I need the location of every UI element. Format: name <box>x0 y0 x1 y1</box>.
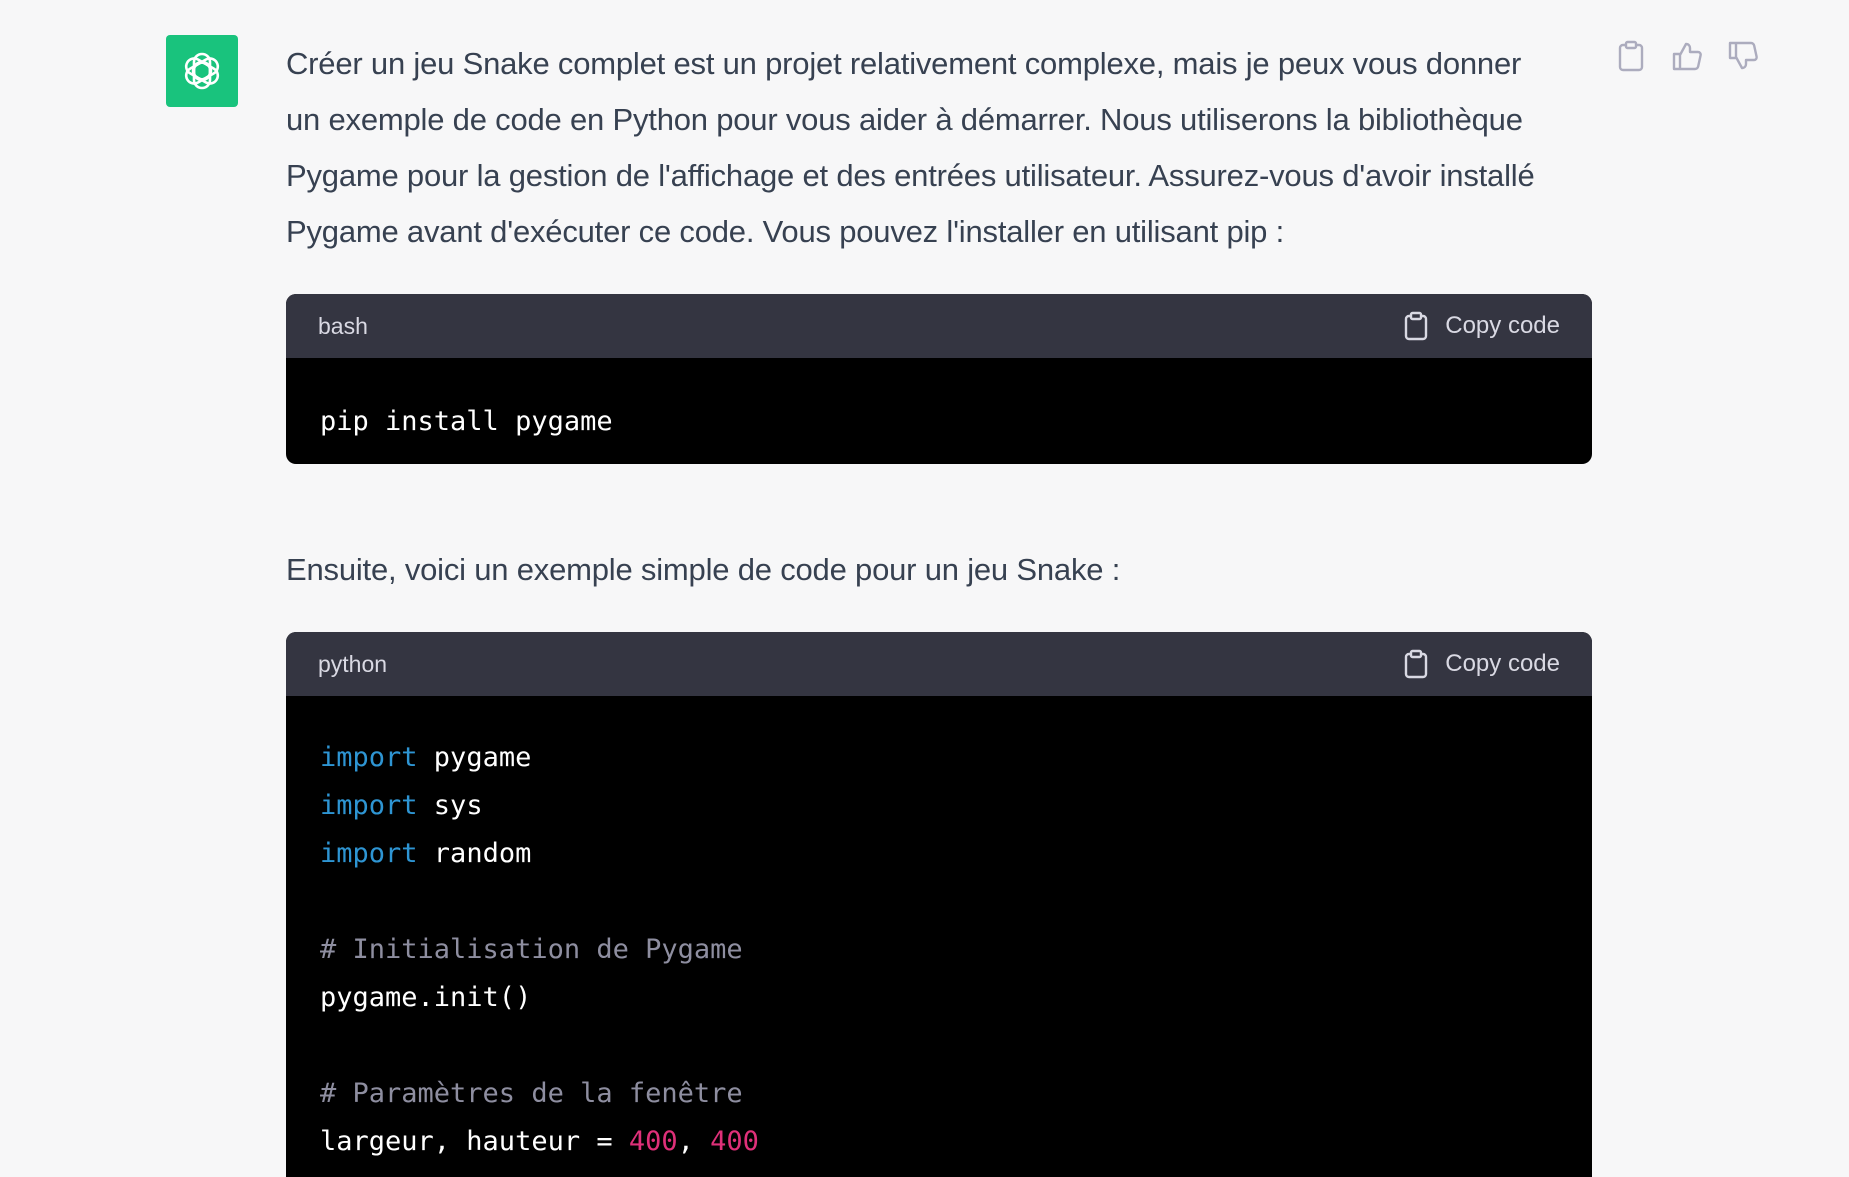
code-comment: # Initialisation de Pygame <box>320 934 743 965</box>
intro-line: Pygame avant d'exécuter ce code. Vous po… <box>286 214 1285 249</box>
code-line: # Paramètres de la fenêtre <box>320 1070 1558 1118</box>
code-line: import random <box>320 830 1558 878</box>
code-token: pip install pygame <box>320 406 613 437</box>
code-token: , <box>677 1126 711 1157</box>
followup-paragraph: Ensuite, voici un exemple simple de code… <box>286 552 1121 587</box>
thumbs-up-button[interactable] <box>1669 38 1705 74</box>
assistant-avatar <box>166 35 238 107</box>
code-line: pip install pygame <box>320 398 1558 446</box>
code-language-label: python <box>318 650 388 677</box>
thumbs-down-icon <box>1728 41 1758 70</box>
thumbs-down-button[interactable] <box>1725 38 1761 74</box>
intro-line: Créer un jeu Snake complet est un projet… <box>286 46 1522 81</box>
code-line: import sys <box>320 782 1558 830</box>
copy-code-label: Copy code <box>1445 312 1560 339</box>
thumbs-up-icon <box>1672 42 1702 71</box>
code-line: pygame.init() <box>320 974 1558 1022</box>
chat-page: Créer un jeu Snake complet est un projet… <box>0 0 1849 1177</box>
code-block-bash: bash Copy code pip install pygame <box>286 294 1592 464</box>
copy-code-label: Copy code <box>1445 650 1560 677</box>
code-number: 400 <box>628 1126 678 1157</box>
intro-line: un exemple de code en Python pour vous a… <box>286 102 1523 137</box>
copy-code-button[interactable]: Copy code <box>1403 649 1560 679</box>
assistant-message: Créer un jeu Snake complet est un projet… <box>286 36 1592 1177</box>
intro-line: Pygame pour la gestion de l'affichage et… <box>286 158 1535 193</box>
code-line: largeur, hauteur = 400, 400 <box>320 1118 1558 1166</box>
code-line: import pygame <box>320 734 1558 782</box>
code-token: sys <box>417 790 483 821</box>
code-token: pygame <box>417 742 532 773</box>
copy-message-button[interactable] <box>1613 38 1649 74</box>
intro-paragraph: Créer un jeu Snake complet est un projet… <box>286 36 1592 260</box>
openai-logo-icon <box>184 52 220 90</box>
code-language-label: bash <box>318 312 368 339</box>
code-token: largeur, hauteur = <box>320 1126 629 1157</box>
code-line: # Initialisation de Pygame <box>320 926 1558 974</box>
code-number: 400 <box>710 1126 759 1157</box>
code-comment: # Paramètres de la fenêtre <box>320 1078 743 1109</box>
copy-code-button[interactable]: Copy code <box>1403 311 1560 341</box>
code-block-header: python Copy code <box>286 632 1592 696</box>
clipboard-icon <box>1405 649 1428 679</box>
message-actions <box>1613 38 1761 74</box>
clipboard-icon <box>1405 311 1428 341</box>
code-body: import pygame import sys import random # I… <box>286 696 1592 1177</box>
clipboard-icon <box>1618 40 1644 72</box>
code-keyword: import <box>320 838 418 869</box>
code-token: random <box>417 838 532 869</box>
code-block-python: python Copy code import pygame import sys… <box>286 632 1592 1177</box>
code-body: pip install pygame <box>286 358 1592 464</box>
code-keyword: import <box>320 742 418 773</box>
code-token: pygame.init() <box>320 982 532 1013</box>
code-keyword: import <box>320 790 418 821</box>
code-block-header: bash Copy code <box>286 294 1592 358</box>
